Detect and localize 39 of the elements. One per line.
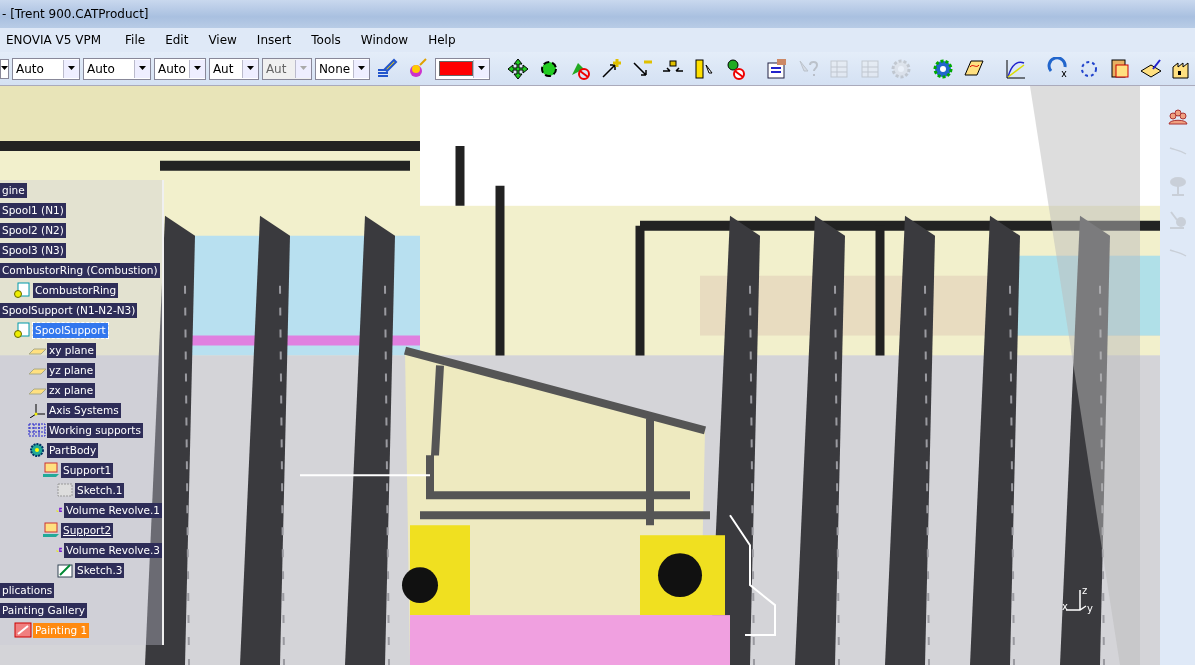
dropdown[interactable]: Aut (208, 57, 259, 80)
caret-icon (246, 66, 254, 71)
caret-icon (1, 66, 8, 71)
sketch-icon (56, 482, 74, 498)
caret-icon (193, 66, 201, 71)
menu-item[interactable]: Edit (159, 33, 203, 47)
color-dropdown[interactable] (435, 57, 491, 80)
support-icon (42, 462, 60, 478)
menu-item[interactable]: Help (422, 33, 470, 47)
grid-icon (28, 422, 46, 438)
gear-icon (28, 442, 46, 458)
window-title: - [Trent 900.CATProduct] (1, 7, 149, 21)
caret-icon (299, 66, 307, 71)
dropdown[interactable]: None (314, 57, 371, 80)
tree-node[interactable]: SpoolSupport (33, 322, 108, 338)
dropdown[interactable]: Auto (154, 57, 206, 80)
axis-icon (28, 402, 46, 418)
dropdown[interactable]: Auto (12, 57, 80, 80)
menu-item[interactable]: Tools (305, 33, 355, 47)
part-icon (14, 282, 32, 298)
painting-icon (14, 622, 32, 638)
axis-label: y (1087, 604, 1093, 614)
caret-icon (478, 66, 486, 71)
dropdown-button[interactable] (0, 58, 9, 79)
dropdown[interactable]: Auto (83, 57, 151, 80)
caret-icon (358, 66, 366, 71)
part-icon (14, 322, 32, 338)
axis-label: z (1082, 586, 1088, 596)
sketch-icon (56, 562, 74, 578)
menu-item[interactable]: Insert (250, 33, 306, 47)
caret-icon (139, 66, 146, 71)
support-icon (42, 522, 60, 538)
caret-icon (68, 66, 75, 71)
menu-item[interactable]: File (119, 33, 160, 47)
menu-item[interactable]: View (202, 33, 251, 47)
menu-item[interactable]: Window (354, 33, 423, 47)
axis-label: x (1062, 602, 1068, 612)
menu-item[interactable]: ENOVIA V5 VPM (0, 33, 120, 47)
four-arrows-icon[interactable] (506, 56, 531, 81)
